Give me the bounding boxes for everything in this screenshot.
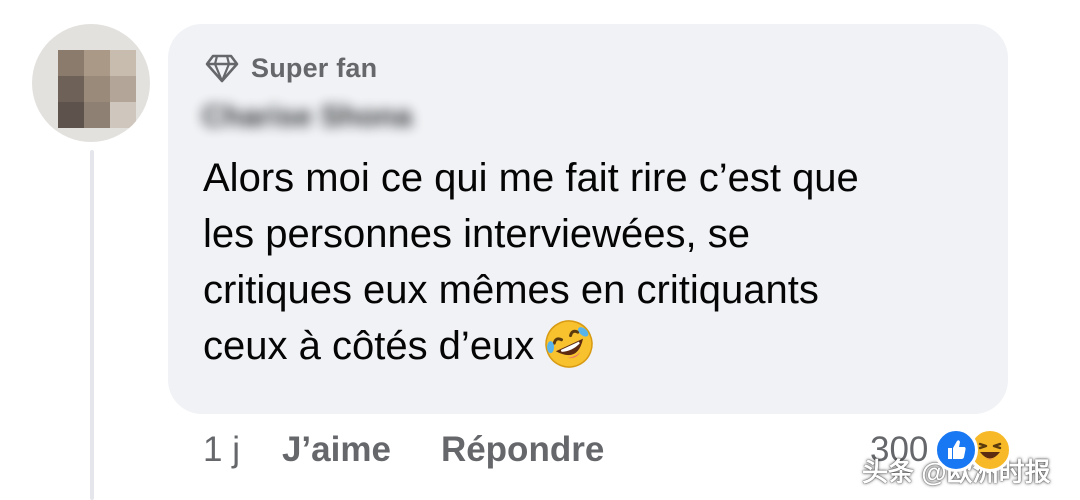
avatar[interactable] xyxy=(32,24,150,142)
comment-timestamp[interactable]: 1 j xyxy=(203,430,240,470)
comment-line-last: ceux à côtés d’eux xyxy=(203,318,993,375)
diamond-icon xyxy=(205,53,239,83)
comment-actions: 1 j J’aime Répondre xyxy=(203,428,604,472)
comment-line: Alors moi ce qui me fait rire c’est que xyxy=(203,156,859,200)
comment-line: ceux à côtés d’eux xyxy=(203,324,535,368)
super-fan-badge[interactable]: Super fan xyxy=(205,50,377,86)
reply-button[interactable]: Répondre xyxy=(441,430,604,470)
badge-label: Super fan xyxy=(251,52,378,83)
author-name[interactable]: Charise Shona xyxy=(202,100,412,134)
rolling-on-floor-laughing-emoji xyxy=(542,317,596,371)
like-reaction-icon xyxy=(934,428,979,472)
thread-line xyxy=(90,150,94,500)
comment-line: les personnes interviewées, se xyxy=(203,212,750,256)
comment-text: Alors moi ce qui me fait rire c’est que … xyxy=(203,150,993,375)
comment-screenshot: Super fan Charise Shona Alors moi ce qui… xyxy=(0,0,1080,500)
like-button[interactable]: J’aime xyxy=(282,430,391,470)
comment-line: critiques eux mêmes en critiquants xyxy=(203,268,819,312)
